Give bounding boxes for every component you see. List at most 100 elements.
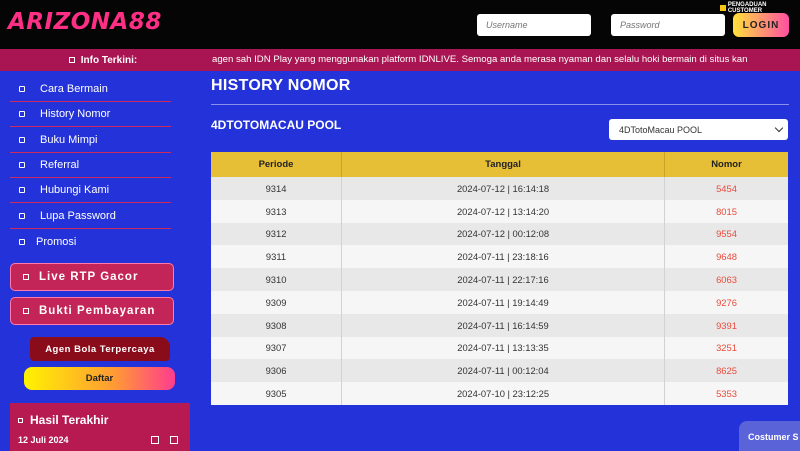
table-row: 9310 2024-07-11 | 22:17:16 6063 — [211, 268, 788, 291]
sidebar-item-label: Hubungi Kami — [40, 184, 110, 196]
page-title: HISTORY NOMOR — [211, 77, 351, 94]
cell-nomor: 6063 — [716, 274, 737, 286]
cell-nomor: 9554 — [716, 228, 737, 240]
history-table: Periode Tanggal Nomor 9314 2024-07-12 | … — [211, 152, 788, 405]
cell-tanggal: 2024-07-11 | 13:13:35 — [342, 336, 665, 360]
hasil-terakhir-panel: Hasil Terakhir 12 Juli 2024 — [10, 403, 190, 451]
password-input[interactable] — [611, 14, 725, 36]
cell-periode: 9305 — [211, 382, 342, 405]
history-icon — [19, 111, 25, 117]
hasil-title: Hasil Terakhir — [18, 413, 108, 427]
cell-nomor: 8015 — [716, 205, 737, 217]
divider — [211, 104, 789, 105]
sidebar-item-label: Referral — [40, 159, 80, 171]
col-tanggal: Tanggal — [342, 152, 665, 177]
chevron-down-icon — [774, 123, 784, 133]
cell-tanggal: 2024-07-11 | 16:14:59 — [342, 313, 665, 337]
ticker-label: Info Terkini: — [0, 49, 206, 71]
table-row: 9309 2024-07-11 | 19:14:49 9276 — [211, 290, 788, 314]
agen-bola-button[interactable]: Agen Bola Terpercaya — [30, 337, 170, 361]
sidebar-item-history-nomor[interactable]: History Nomor — [10, 102, 171, 127]
next-icon[interactable] — [170, 436, 178, 444]
referral-icon — [19, 162, 25, 168]
cell-tanggal: 2024-07-11 | 19:14:49 — [342, 290, 665, 314]
cell-periode: 9306 — [211, 359, 342, 383]
table-row: 9313 2024-07-12 | 13:14:20 8015 — [211, 199, 788, 223]
cell-tanggal: 2024-07-12 | 13:14:20 — [342, 199, 665, 223]
sidebar-item-label: Cara Bermain — [40, 83, 108, 95]
table-row: 9305 2024-07-10 | 23:12:25 5353 — [211, 382, 788, 405]
book-icon — [19, 86, 25, 92]
cell-periode: 9314 — [211, 177, 342, 200]
table-row: 9308 2024-07-11 | 16:14:59 9391 — [211, 313, 788, 337]
table-row: 9306 2024-07-11 | 00:12:04 8625 — [211, 359, 788, 383]
hasil-title-text: Hasil Terakhir — [30, 413, 109, 427]
cell-nomor: 9276 — [716, 296, 737, 308]
col-periode: Periode — [211, 152, 342, 177]
header: ARIZONA88 PENGADUAN CUSTOMER LOGIN — [0, 0, 800, 49]
sidebar-item-cara-bermain[interactable]: Cara Bermain — [10, 77, 171, 102]
site-logo[interactable]: ARIZONA88 — [8, 9, 162, 35]
live-rtp-label: Live RTP Gacor — [39, 271, 139, 283]
sidebar-item-promosi[interactable]: Promosi — [10, 229, 171, 254]
cell-tanggal: 2024-07-11 | 22:17:16 — [342, 268, 665, 291]
sidebar-item-referral[interactable]: Referral — [10, 153, 171, 178]
sidebar-item-label: Buku Mimpi — [40, 134, 98, 146]
cell-nomor: 5353 — [716, 388, 737, 400]
dream-book-icon — [19, 137, 25, 143]
pool-title: 4DTOTOMACAU POOL — [211, 118, 342, 132]
rtp-icon — [23, 274, 29, 280]
cell-tanggal: 2024-07-11 | 23:18:16 — [342, 245, 665, 269]
customer-service-button[interactable]: Costumer S — [739, 421, 800, 451]
sidebar-item-hubungi-kami[interactable]: Hubungi Kami — [10, 178, 171, 203]
sidebar-item-label: History Nomor — [40, 108, 111, 120]
cell-nomor: 9648 — [716, 251, 737, 263]
prev-icon[interactable] — [151, 436, 159, 444]
ticker-label-text: Info Terkini: — [80, 54, 138, 66]
pool-select[interactable]: 4DTotoMacau POOL — [609, 119, 788, 140]
complaint-icon — [720, 5, 726, 11]
key-icon — [19, 213, 25, 219]
cell-tanggal: 2024-07-10 | 23:12:25 — [342, 382, 665, 405]
bukti-label: Bukti Pembayaran — [39, 305, 156, 317]
cell-periode: 9310 — [211, 268, 342, 291]
cell-periode: 9313 — [211, 199, 342, 223]
cell-periode: 9308 — [211, 313, 342, 337]
daftar-button[interactable]: Daftar — [24, 367, 175, 390]
table-row: 9307 2024-07-11 | 13:13:35 3251 — [211, 336, 788, 360]
cell-tanggal: 2024-07-12 | 00:12:08 — [342, 222, 665, 246]
pool-select-value: 4DTotoMacau POOL — [619, 124, 703, 135]
username-input[interactable] — [477, 14, 591, 36]
cell-nomor: 9391 — [716, 319, 737, 331]
table-row: 9312 2024-07-12 | 00:12:08 9554 — [211, 222, 788, 246]
sidebar-item-lupa-password[interactable]: Lupa Password — [10, 204, 171, 229]
ticker-text: agen sah IDN Play yang menggunakan platf… — [212, 54, 748, 65]
cell-nomor: 5454 — [716, 182, 737, 194]
sidebar-item-label: Promosi — [36, 235, 77, 248]
hasil-date: 12 Juli 2024 — [18, 435, 69, 445]
login-button[interactable]: LOGIN — [733, 13, 789, 37]
cell-periode: 9307 — [211, 336, 342, 360]
sidebar-item-buku-mimpi[interactable]: Buku Mimpi — [10, 128, 171, 153]
sidebar-item-label: Lupa Password — [40, 210, 116, 222]
cell-periode: 9311 — [211, 245, 342, 269]
result-icon — [18, 417, 23, 423]
main-content: HISTORY NOMOR 4DTOTOMACAU POOL 4DTotoMac… — [211, 71, 789, 451]
col-nomor: Nomor — [711, 159, 742, 170]
table-header: Periode Tanggal Nomor — [211, 152, 788, 177]
cell-nomor: 8625 — [716, 365, 737, 377]
cell-periode: 9312 — [211, 222, 342, 246]
receipt-icon — [23, 308, 29, 314]
bukti-pembayaran-button[interactable]: Bukti Pembayaran — [10, 297, 174, 325]
cell-periode: 9309 — [211, 290, 342, 314]
cell-tanggal: 2024-07-11 | 00:12:04 — [342, 359, 665, 383]
table-row: 9314 2024-07-12 | 16:14:18 5454 — [211, 177, 788, 200]
sidebar: Cara Bermain History Nomor Buku Mimpi Re… — [0, 71, 200, 451]
info-ticker: Info Terkini: agen sah IDN Play yang men… — [0, 49, 800, 71]
live-rtp-button[interactable]: Live RTP Gacor — [10, 263, 174, 291]
table-row: 9311 2024-07-11 | 23:18:16 9648 — [211, 245, 788, 269]
contact-icon — [19, 187, 25, 193]
gift-icon — [19, 238, 25, 245]
cell-nomor: 3251 — [716, 342, 737, 354]
info-icon — [68, 57, 75, 63]
